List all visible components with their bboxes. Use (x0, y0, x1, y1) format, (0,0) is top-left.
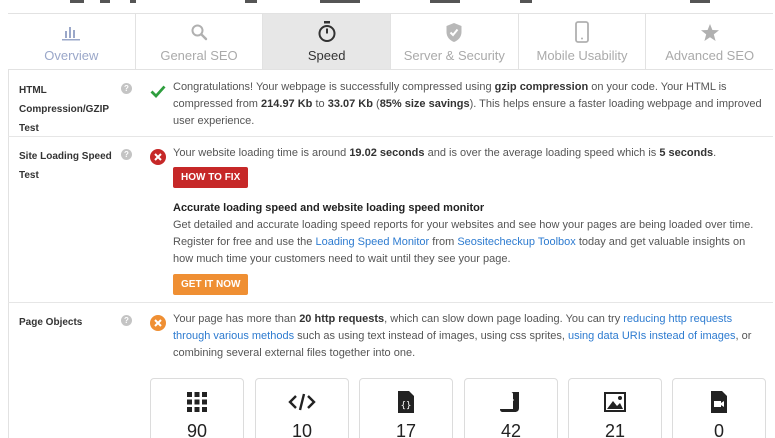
tab-label: Mobile Usability (536, 48, 628, 63)
star-icon (700, 21, 720, 43)
result-text: , which can slow down page loading. You … (384, 313, 624, 325)
promo-text-part: from (429, 236, 458, 248)
promo-text: Get detailed and accurate loading speed … (173, 217, 765, 268)
bar-chart-icon (61, 21, 81, 43)
image-icon (569, 390, 661, 414)
object-card-html: 10 (255, 378, 349, 438)
object-count: 21 (604, 421, 626, 438)
result-text: ( (372, 98, 380, 110)
object-count: 10 (291, 421, 313, 438)
help-icon[interactable]: ? (121, 149, 132, 160)
help-icon[interactable]: ? (121, 83, 132, 94)
checkmark-icon (150, 83, 166, 99)
promo-title: Accurate loading speed and website loadi… (173, 202, 485, 214)
object-count: 42 (500, 421, 522, 438)
loading-speed-monitor-link[interactable]: Loading Speed Monitor (315, 236, 429, 248)
result-highlight: 20 http requests (299, 313, 385, 325)
result-text: and is over the average loading speed wh… (424, 147, 660, 159)
tab-label: Speed (307, 48, 346, 63)
grid-icon (151, 390, 243, 414)
shield-check-icon (445, 21, 463, 43)
result-text: Your page has more than (173, 313, 300, 325)
result-highlight: 214.97 Kb (261, 98, 313, 110)
object-count: 90 (186, 421, 208, 438)
tab-label: Advanced SEO (665, 48, 755, 63)
cta-button-wrap: GET IT NOW (173, 274, 765, 295)
object-card-videos: 0 (672, 378, 766, 438)
test-name: Site Loading Speed Test (19, 151, 112, 181)
object-count: 17 (395, 421, 417, 438)
smartphone-icon (575, 21, 589, 43)
loading-speed-test-row: Site Loading Speed Test ? Your website l… (8, 137, 773, 303)
test-name: HTML Compression/GZIP Test (19, 85, 109, 134)
tab-overview[interactable]: Overview (8, 14, 136, 69)
get-it-now-button[interactable]: GET IT NOW (173, 274, 249, 295)
result-text: . (713, 147, 717, 159)
result-highlight: 85% size savings (379, 98, 470, 110)
video-file-icon (673, 390, 765, 414)
page-object-cards: 90 10 {} 17 42 21 0 (150, 378, 770, 438)
object-card-images: 21 (568, 378, 662, 438)
code-icon (256, 390, 348, 414)
tab-label: General SEO (160, 48, 238, 63)
warning-x-icon (150, 315, 166, 331)
tab-label: Overview (44, 48, 99, 63)
tab-mobile-usability[interactable]: Mobile Usability (518, 14, 647, 69)
result-highlight: 19.02 seconds (349, 147, 425, 159)
stopwatch-icon (317, 21, 337, 43)
tab-advanced-seo[interactable]: Advanced SEO (646, 14, 774, 69)
compression-test-row: HTML Compression/GZIP Test ? Congratulat… (8, 71, 773, 137)
test-result-text: Your website loading time is around 19.0… (173, 145, 765, 295)
tab-label: Server & Security (403, 48, 505, 63)
result-highlight: 5 seconds (659, 147, 714, 159)
result-highlight: 33.07 Kb (327, 98, 373, 110)
fix-button-wrap: HOW TO FIX (173, 167, 765, 188)
result-line: Your website loading time is around 19.0… (173, 145, 765, 162)
test-result-text: Your page has more than 20 http requests… (173, 311, 765, 362)
result-text: Congratulations! Your webpage is success… (173, 81, 495, 93)
test-result-text: Congratulations! Your webpage is success… (173, 79, 765, 130)
result-text: Your website loading time is around (173, 147, 350, 159)
result-text: to (312, 98, 328, 110)
tab-speed[interactable]: Speed (263, 14, 392, 69)
svg-text:{}: {} (401, 401, 412, 411)
search-icon (190, 21, 208, 43)
error-x-icon (150, 149, 166, 165)
css-file-icon: {} (360, 390, 452, 414)
data-uris-link[interactable]: using data URIs instead of images (568, 330, 736, 342)
object-card-scripts: 42 (464, 378, 558, 438)
result-highlight: gzip compression (494, 81, 589, 93)
report-tab-bar: Overview General SEO Speed Server & Secu… (8, 13, 774, 70)
cropped-top-strip (0, 0, 775, 8)
test-name: Page Objects (19, 317, 83, 328)
how-to-fix-button[interactable]: HOW TO FIX (173, 167, 249, 188)
result-text: such as using text instead of images, us… (294, 330, 568, 342)
help-icon[interactable]: ? (121, 315, 132, 326)
object-card-total: 90 (150, 378, 244, 438)
tab-general-seo[interactable]: General SEO (135, 14, 264, 69)
tab-server-security[interactable]: Server & Security (391, 14, 519, 69)
script-icon (465, 390, 557, 414)
toolbox-link[interactable]: Seositecheckup Toolbox (457, 236, 575, 248)
object-card-css: {} 17 (359, 378, 453, 438)
object-count: 0 (713, 421, 724, 438)
